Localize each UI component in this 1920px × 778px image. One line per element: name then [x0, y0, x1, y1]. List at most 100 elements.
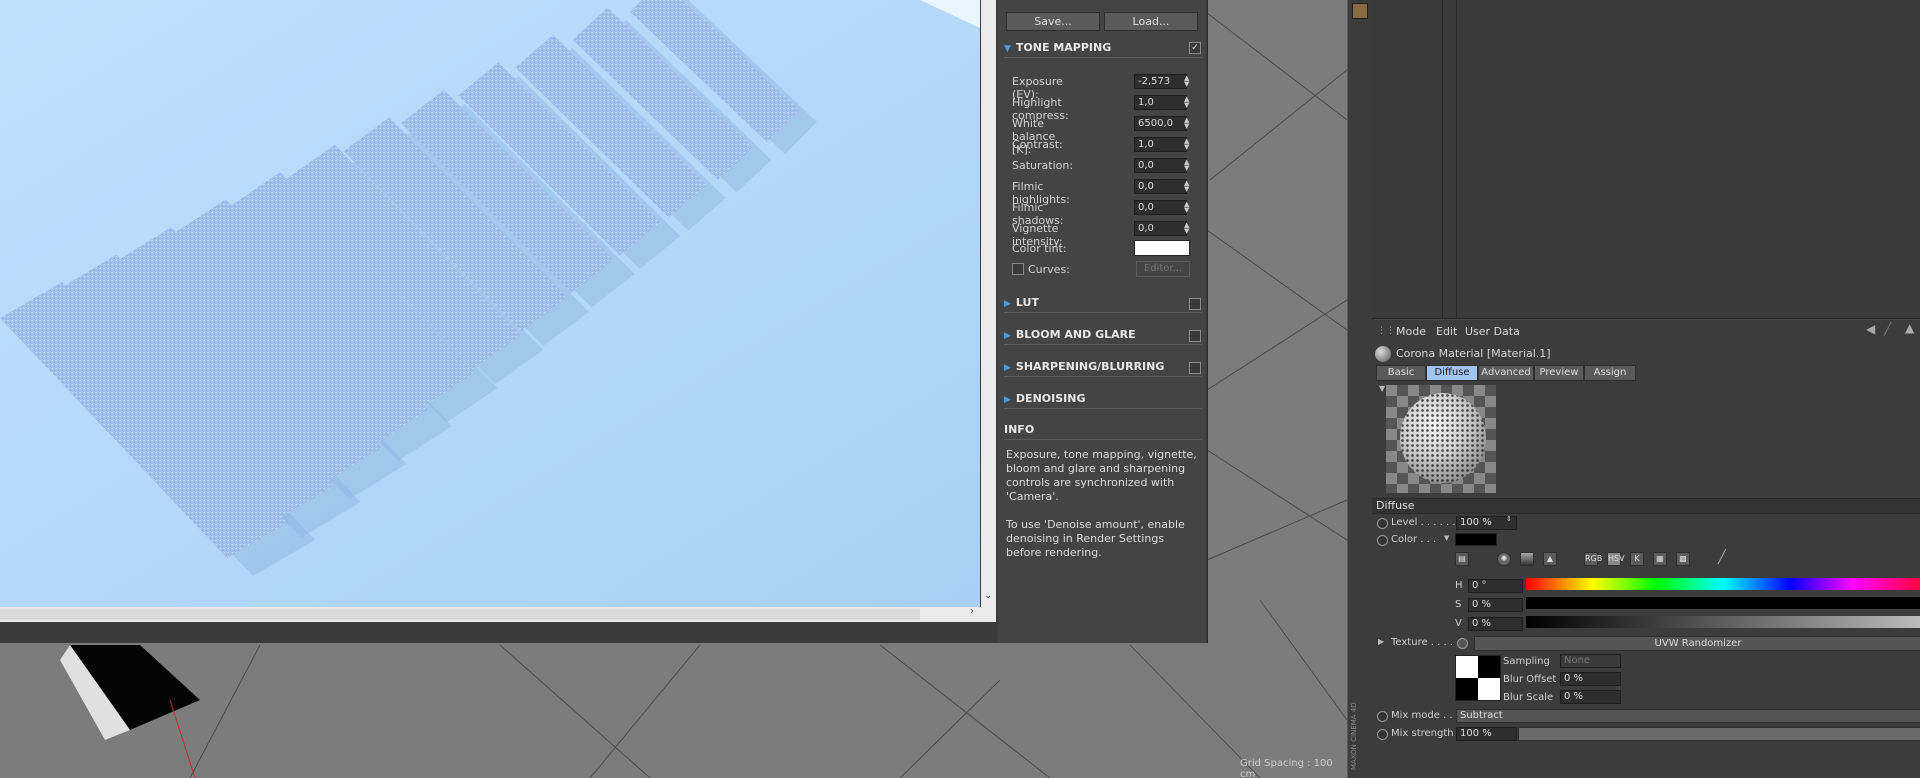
s-field[interactable]: 0 %	[1468, 598, 1523, 612]
sampling-dropdown[interactable]: None	[1560, 654, 1621, 668]
section-sharpening[interactable]: ▶ SHARPENING/BLURRING	[1004, 358, 1202, 377]
tone-row-value-field[interactable]: 0,0	[1134, 158, 1187, 173]
mix-strength-field[interactable]: 100 %	[1456, 727, 1517, 741]
texture-menu-icon[interactable]	[1457, 638, 1468, 649]
spinner-arrows-icon[interactable]: ▲ ▼	[1184, 75, 1189, 88]
tab-assign[interactable]: Assign	[1584, 365, 1636, 381]
rgb-mode-button[interactable]: RGB	[1584, 552, 1602, 566]
swatches-icon[interactable]: ▩	[1676, 552, 1690, 566]
tone-row-value-field[interactable]: 1,0	[1134, 137, 1187, 152]
mix-mode-dropdown[interactable]: Subtract	[1456, 709, 1920, 723]
h-label: H	[1455, 580, 1463, 591]
menu-mode[interactable]: Mode	[1396, 325, 1426, 338]
texture-shader-button[interactable]: UVW Randomizer	[1474, 636, 1920, 651]
scroll-right-icon[interactable]: ›	[970, 606, 974, 617]
level-animate-radio[interactable]	[1377, 518, 1388, 529]
value-slider[interactable]	[1526, 616, 1920, 628]
vertical-scrollbar[interactable]: ⌄	[981, 0, 996, 607]
hsv-mode-button[interactable]: HSV	[1607, 552, 1625, 566]
material-icon[interactable]	[1352, 3, 1368, 19]
mixer-icon[interactable]: ▦	[1653, 552, 1667, 566]
curves-checkbox[interactable]	[1012, 263, 1024, 275]
curves-editor-button[interactable]: Editor...	[1136, 261, 1190, 277]
spinner-arrows-icon[interactable]: ▲ ▼	[1184, 222, 1189, 235]
color-expand-icon[interactable]: ▼	[1444, 534, 1449, 542]
spinner-arrows-icon[interactable]: ▲ ▼	[1184, 117, 1189, 130]
h-field[interactable]: 0 °	[1468, 579, 1523, 593]
brand-label: MAXON CINEMA 4D	[1350, 702, 1358, 770]
mix-strength-animate-radio[interactable]	[1377, 729, 1388, 740]
load-button[interactable]: Load...	[1104, 12, 1198, 31]
texture-expand-icon[interactable]: ▶	[1378, 637, 1384, 646]
collapsed-triangle-icon: ▶	[1004, 395, 1011, 405]
grip-icon[interactable]: ⋮⋮	[1377, 326, 1395, 336]
blur-offset-field[interactable]: 0 %	[1560, 672, 1621, 686]
mix-mode-animate-radio[interactable]	[1377, 711, 1388, 722]
level-label: Level . . . . . . .	[1391, 517, 1462, 528]
tone-row-value-field[interactable]: -2,573	[1134, 74, 1187, 89]
grid-spacing-label: Grid Spacing : 100 cm	[1240, 758, 1333, 778]
section-bloom-glare[interactable]: ▶ BLOOM AND GLARE	[1004, 326, 1202, 345]
tone-row-value-field[interactable]: 0,0	[1134, 221, 1187, 236]
tab-advanced[interactable]: Advanced	[1478, 365, 1534, 381]
color-spectrum-icon[interactable]	[1520, 552, 1534, 566]
sharpening-checkbox[interactable]	[1189, 362, 1201, 374]
scroll-down-icon[interactable]: ⌄	[984, 590, 992, 601]
bloom-glare-checkbox[interactable]	[1189, 330, 1201, 342]
color-swatch[interactable]	[1455, 533, 1497, 546]
tone-mapping-checkbox[interactable]: ✓	[1189, 42, 1201, 54]
section-lut[interactable]: ▶ LUT	[1004, 294, 1202, 313]
tone-row-value-field[interactable]: 0,0	[1134, 200, 1187, 215]
color-animate-radio[interactable]	[1377, 535, 1388, 546]
tab-diffuse[interactable]: Diffuse	[1426, 365, 1478, 381]
forward-arrow-icon[interactable]: ╱	[1884, 322, 1891, 336]
hue-slider[interactable]	[1526, 578, 1920, 590]
tone-row-value-field[interactable]: 0,0	[1134, 179, 1187, 194]
render-image	[0, 0, 980, 607]
v-label: V	[1455, 618, 1462, 629]
image-picker-icon[interactable]: ▲	[1543, 552, 1557, 566]
v-field[interactable]: 0 %	[1468, 617, 1523, 631]
lut-checkbox[interactable]	[1189, 298, 1201, 310]
mix-strength-slider[interactable]	[1518, 727, 1920, 741]
horizontal-scroll-thumb[interactable]	[0, 609, 920, 620]
section-title: SHARPENING/BLURRING	[1015, 360, 1165, 373]
s-label: S	[1455, 599, 1462, 610]
color-tint-swatch[interactable]	[1134, 240, 1190, 256]
spinner-arrows-icon[interactable]: ▲ ▼	[1184, 180, 1189, 193]
eyedropper-icon[interactable]: ╱	[1718, 550, 1726, 565]
spinner-arrows-icon[interactable]: ▲ ▼	[1184, 159, 1189, 172]
back-arrow-icon[interactable]: ◀	[1866, 322, 1875, 336]
kelvin-mode-button[interactable]: K	[1630, 552, 1644, 566]
blur-scale-field[interactable]: 0 %	[1560, 690, 1621, 704]
section-tone-mapping[interactable]: ▼ TONE MAPPING	[1004, 39, 1202, 58]
color-picker-icon[interactable]: ▤	[1455, 552, 1469, 566]
column-divider	[1456, 0, 1457, 318]
material-preview	[1386, 385, 1496, 493]
post-settings-panel: Save... Load... ▼ TONE MAPPING ✓ Color ti…	[998, 0, 1206, 643]
up-arrow-icon[interactable]: ▲	[1905, 321, 1914, 335]
menu-user-data[interactable]: User Data	[1465, 325, 1520, 338]
texture-thumbnail[interactable]	[1455, 655, 1501, 701]
tab-preview[interactable]: Preview	[1534, 365, 1584, 381]
mix-strength-label: Mix strength	[1391, 728, 1454, 739]
spinner-arrows-icon[interactable]: ▲ ▼	[1184, 96, 1189, 109]
tab-basic[interactable]: Basic	[1376, 365, 1426, 381]
spinner-arrows-icon[interactable]: ▲ ▼	[1184, 138, 1189, 151]
level-spin-icon[interactable]: ⇕	[1506, 515, 1512, 523]
saturation-slider[interactable]	[1526, 597, 1920, 609]
preview-toggle-icon[interactable]: ▼	[1379, 384, 1385, 393]
color-wheel-icon[interactable]: ✺	[1497, 552, 1511, 566]
tone-row-label: Contrast:	[1012, 138, 1063, 151]
color-label: Color . . .	[1391, 534, 1437, 545]
tone-row-label: Saturation:	[1012, 159, 1074, 172]
collapsed-triangle-icon: ▶	[1004, 299, 1011, 309]
menu-edit[interactable]: Edit	[1436, 325, 1457, 338]
tone-row-value-field[interactable]: 6500,0	[1134, 116, 1187, 131]
tone-row-value-field[interactable]: 1,0	[1134, 95, 1187, 110]
section-denoising[interactable]: ▶ DENOISING	[1004, 390, 1202, 409]
curves-label: Curves:	[1028, 263, 1070, 276]
spinner-arrows-icon[interactable]: ▲ ▼	[1184, 201, 1189, 214]
save-button[interactable]: Save...	[1006, 12, 1100, 31]
frame-buffer-window: ⌄ › Save... Load... ▼ TONE MAPPING ✓ Colo…	[0, 0, 1208, 643]
